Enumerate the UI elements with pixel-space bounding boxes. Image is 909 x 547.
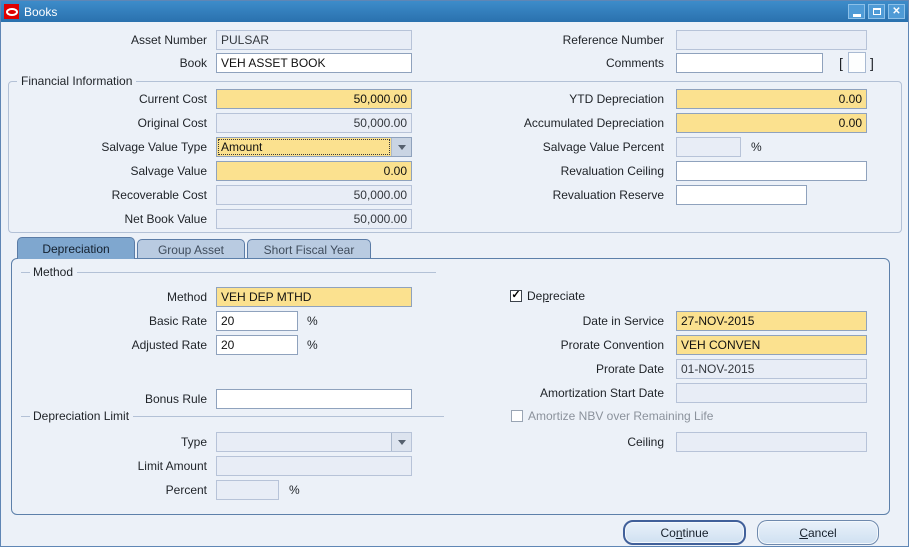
chevron-down-icon (391, 433, 411, 451)
amortization-start-date-label: Amortization Start Date (441, 383, 669, 403)
accumulated-depreciation-label: Accumulated Depreciation (441, 113, 669, 133)
reference-number-label: Reference Number (441, 30, 669, 50)
close-icon[interactable]: ✕ (888, 4, 905, 19)
salvage-value-percent-field (676, 137, 741, 157)
net-book-value-label: Net Book Value (9, 209, 212, 229)
tab-depreciation[interactable]: Depreciation (17, 237, 135, 259)
revaluation-ceiling-label: Revaluation Ceiling (441, 161, 669, 181)
cancel-button[interactable]: Cancel (757, 520, 879, 545)
depreciation-limit-legend: Depreciation Limit (21, 409, 444, 423)
limit-amount-label: Limit Amount (9, 456, 212, 476)
basic-rate-field[interactable]: 20 (216, 311, 298, 331)
limit-type-label: Type (9, 432, 212, 452)
amortize-nbv-checkbox: Amortize NBV over Remaining Life (511, 409, 713, 423)
flexfield-open-bracket: [ (839, 53, 843, 73)
recoverable-cost-label: Recoverable Cost (9, 185, 212, 205)
original-cost-field: 50,000.00 (216, 113, 412, 133)
flexfield-close-bracket: ] (870, 53, 874, 73)
adjusted-rate-field[interactable]: 20 (216, 335, 298, 355)
financial-information-legend: Financial Information (17, 74, 136, 88)
ceiling-label: Ceiling (441, 432, 669, 452)
limit-type-value (217, 433, 391, 451)
amortization-start-date-field (676, 383, 867, 403)
salvage-value-type-value: Amount (217, 138, 391, 156)
prorate-convention-label: Prorate Convention (441, 335, 669, 355)
limit-percent-label: Percent (9, 480, 212, 500)
ytd-depreciation-field[interactable]: 0.00 (676, 89, 867, 109)
prorate-date-field: 01-NOV-2015 (676, 359, 867, 379)
date-in-service-field[interactable]: 27-NOV-2015 (676, 311, 867, 331)
books-window: Books ✕ Asset Number PULSAR Book VEH ASS… (0, 0, 909, 547)
basic-rate-label: Basic Rate (9, 311, 212, 331)
ytd-depreciation-label: YTD Depreciation (441, 89, 669, 109)
descriptive-flexfield-box[interactable] (848, 52, 866, 73)
book-label: Book (9, 53, 212, 73)
depreciate-checkbox-label: Depreciate (527, 289, 585, 303)
recoverable-cost-field: 50,000.00 (216, 185, 412, 205)
tab-short-fiscal-year[interactable]: Short Fiscal Year (247, 239, 371, 259)
book-field[interactable]: VEH ASSET BOOK (216, 53, 412, 73)
current-cost-field[interactable]: 50,000.00 (216, 89, 412, 109)
basic-rate-suffix: % (307, 311, 318, 331)
bonus-rule-field[interactable] (216, 389, 412, 409)
checked-checkbox-icon (510, 290, 522, 302)
net-book-value-field: 50,000.00 (216, 209, 412, 229)
original-cost-label: Original Cost (9, 113, 212, 133)
revaluation-reserve-label: Revaluation Reserve (441, 185, 669, 205)
adjusted-rate-label: Adjusted Rate (9, 335, 212, 355)
salvage-value-percent-suffix: % (751, 137, 762, 157)
revaluation-reserve-field[interactable] (676, 185, 807, 205)
amortize-nbv-checkbox-label: Amortize NBV over Remaining Life (528, 409, 713, 423)
accumulated-depreciation-field[interactable]: 0.00 (676, 113, 867, 133)
date-in-service-label: Date in Service (441, 311, 669, 331)
salvage-value-field[interactable]: 0.00 (216, 161, 412, 181)
minimize-icon[interactable] (848, 4, 865, 19)
prorate-date-label: Prorate Date (441, 359, 669, 379)
limit-percent-field (216, 480, 279, 500)
bonus-rule-label: Bonus Rule (9, 389, 212, 409)
comments-field[interactable] (676, 53, 823, 73)
current-cost-label: Current Cost (9, 89, 212, 109)
oracle-logo-icon (4, 4, 19, 19)
revaluation-ceiling-field[interactable] (676, 161, 867, 181)
limit-amount-field (216, 456, 412, 476)
method-field[interactable]: VEH DEP MTHD (216, 287, 412, 307)
limit-percent-suffix: % (289, 480, 300, 500)
continue-button[interactable]: Continue (623, 520, 746, 545)
adjusted-rate-suffix: % (307, 335, 318, 355)
chevron-down-icon[interactable] (391, 138, 411, 156)
title-bar: Books ✕ (1, 1, 908, 22)
unchecked-checkbox-icon (511, 410, 523, 422)
reference-number-field (676, 30, 867, 50)
comments-label: Comments (441, 53, 669, 73)
salvage-value-label: Salvage Value (9, 161, 212, 181)
maximize-icon[interactable] (868, 4, 885, 19)
salvage-value-type-dropdown[interactable]: Amount (216, 137, 412, 157)
ceiling-field (676, 432, 867, 452)
method-section-legend: Method (21, 265, 436, 279)
method-label: Method (9, 287, 212, 307)
asset-number-field: PULSAR (216, 30, 412, 50)
depreciate-checkbox[interactable]: Depreciate (510, 289, 585, 303)
asset-number-label: Asset Number (9, 30, 212, 50)
limit-type-dropdown (216, 432, 412, 452)
window-title: Books (24, 5, 57, 19)
prorate-convention-field[interactable]: VEH CONVEN (676, 335, 867, 355)
salvage-value-percent-label: Salvage Value Percent (441, 137, 669, 157)
salvage-value-type-label: Salvage Value Type (9, 137, 212, 157)
tab-group-asset[interactable]: Group Asset (137, 239, 245, 259)
